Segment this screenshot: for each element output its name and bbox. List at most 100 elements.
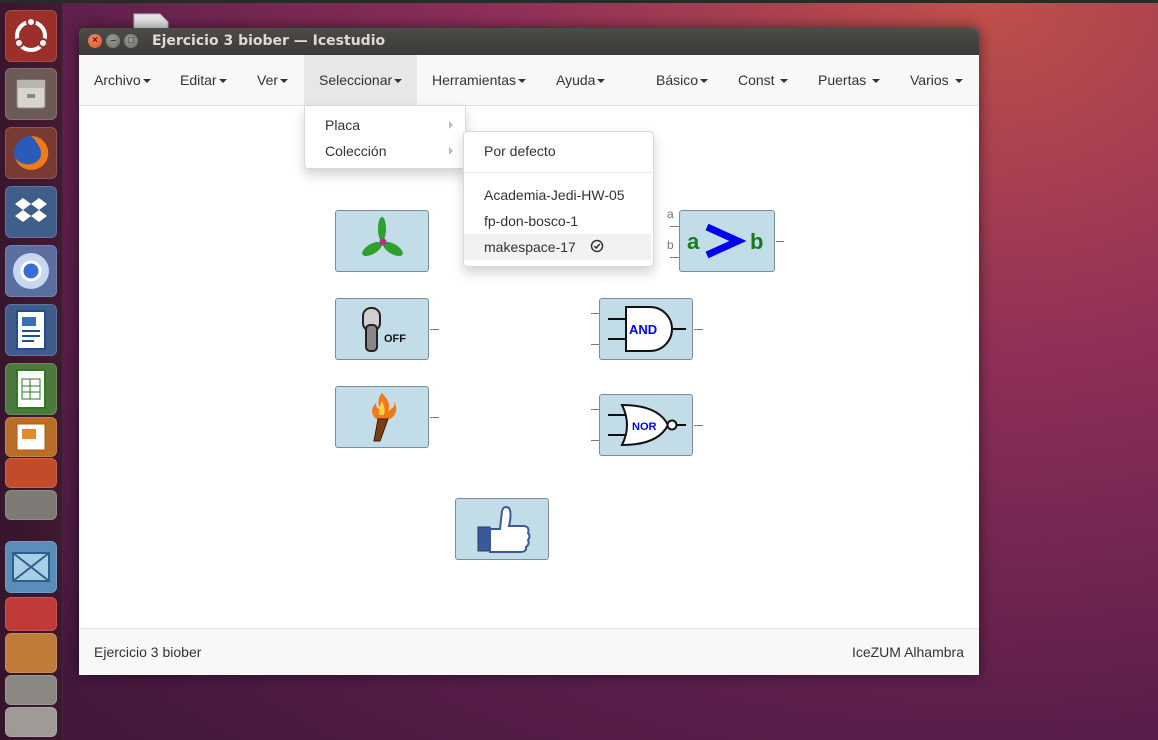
stacked-apps-icon-2[interactable] — [5, 490, 57, 520]
submenu-arrow-icon — [449, 147, 453, 155]
menu-editar[interactable]: Editar — [165, 55, 242, 105]
unity-launcher — [0, 3, 63, 740]
top-panel — [0, 0, 1158, 3]
menu-ayuda[interactable]: Ayuda — [541, 55, 620, 105]
caret-down-icon — [280, 79, 289, 84]
nor-gate-icon: NOR — [608, 403, 686, 447]
and-gate-block[interactable]: AND — [599, 298, 703, 360]
nor-input-port-1[interactable] — [591, 409, 599, 410]
menu-seleccionar[interactable]: Seleccionar — [304, 55, 417, 105]
menu-item-placa-label: Placa — [325, 117, 361, 133]
nor-gate-label: NOR — [632, 421, 657, 433]
menu-const[interactable]: Const — [723, 55, 803, 105]
caret-down-icon — [954, 79, 963, 84]
and-gate-label: AND — [629, 322, 657, 337]
window-title: Ejercicio 3 biober — Icestudio — [152, 33, 386, 49]
menu-varios-label: Varios — [910, 72, 949, 88]
menu-herramientas[interactable]: Herramientas — [417, 55, 541, 105]
comparator-right-operand: b — [750, 229, 763, 254]
caret-down-icon — [394, 79, 403, 84]
menu-item-coleccion[interactable]: Colección — [305, 138, 463, 164]
comparator-block[interactable]: a b — [679, 210, 784, 272]
check-circle-icon — [590, 235, 604, 261]
menu-item-placa[interactable]: Placa — [305, 112, 463, 138]
menu-basico-label: Básico — [656, 72, 699, 88]
menu-puertas-label: Puertas — [818, 72, 867, 88]
toggle-switch-off-icon: OFF — [362, 307, 406, 352]
caret-down-icon — [597, 79, 606, 84]
menu-archivo[interactable]: Archivo — [79, 55, 166, 105]
collection-item-makespace-label: makespace-17 — [484, 239, 576, 255]
comparator-output-port[interactable] — [776, 241, 784, 242]
comparator-input-b-port[interactable] — [670, 257, 679, 258]
switch-block[interactable]: OFF — [335, 298, 439, 360]
comparator-left-operand: a — [687, 229, 700, 254]
firefox-icon[interactable] — [5, 127, 57, 179]
stacked-apps-icon[interactable] — [5, 458, 57, 488]
menu-varios[interactable]: Varios — [895, 55, 978, 105]
menu-divider — [464, 172, 651, 173]
comparator-input-a-port[interactable] — [670, 226, 679, 227]
collection-item-default[interactable]: Por defecto — [464, 138, 651, 164]
caret-down-icon — [518, 79, 527, 84]
output-port[interactable] — [430, 329, 439, 330]
switch-state-label: OFF — [384, 333, 406, 345]
thumbs-up-icon — [477, 506, 531, 553]
comparator-port-b-label: b — [667, 238, 674, 252]
stacked-apps-icon-3[interactable] — [5, 597, 57, 631]
project-name: Ejercicio 3 biober — [94, 644, 202, 660]
calc-icon[interactable] — [5, 363, 57, 415]
and-gate-icon: AND — [608, 306, 686, 352]
caret-down-icon — [780, 79, 789, 84]
collection-item-fp-don-bosco[interactable]: fp-don-bosco-1 — [464, 208, 651, 234]
writer-icon[interactable] — [5, 304, 57, 356]
caret-down-icon — [872, 79, 881, 84]
dropbox-icon[interactable] — [5, 186, 57, 238]
menu-editar-label: Editar — [180, 72, 217, 88]
menubar: Archivo Editar Ver Seleccionar Herramien… — [79, 55, 979, 106]
menu-herramientas-label: Herramientas — [432, 72, 517, 88]
thumbs-up-block[interactable] — [455, 498, 549, 560]
nor-gate-block[interactable]: NOR — [599, 394, 703, 456]
caret-down-icon — [142, 79, 151, 84]
window-maximize-button[interactable]: □ — [124, 34, 138, 48]
window-titlebar[interactable]: × – □ Ejercicio 3 biober — Icestudio — [79, 28, 979, 55]
window-close-button[interactable]: × — [88, 34, 102, 48]
nor-output-port[interactable] — [694, 425, 703, 426]
input-port[interactable] — [430, 417, 439, 418]
impress-icon[interactable] — [5, 417, 57, 457]
stacked-apps-icon-6[interactable] — [5, 707, 57, 737]
stacked-apps-icon-4[interactable] — [5, 633, 57, 673]
menu-ayuda-label: Ayuda — [556, 72, 596, 88]
torch-icon — [372, 393, 397, 442]
board-name[interactable]: IceZUM Alhambra — [852, 644, 964, 660]
menu-item-coleccion-label: Colección — [325, 143, 387, 159]
menu-const-label: Const — [738, 72, 775, 88]
and-input-port-1[interactable] — [591, 313, 599, 314]
torch-block[interactable] — [335, 386, 439, 448]
icestudio-window: × – □ Ejercicio 3 biober — Icestudio Arc… — [79, 28, 979, 675]
coleccion-submenu: Por defecto Academia-Jedi-HW-05 fp-don-b… — [463, 131, 654, 267]
files-icon[interactable] — [5, 68, 57, 120]
comparator-port-a-label: a — [667, 207, 674, 221]
caret-down-icon — [700, 79, 709, 84]
ubuntu-logo-icon[interactable] — [5, 10, 57, 62]
and-output-port[interactable] — [694, 329, 703, 330]
submenu-arrow-icon — [449, 121, 453, 129]
collection-item-makespace[interactable]: makespace-17 — [464, 234, 651, 260]
and-input-port-2[interactable] — [591, 344, 599, 345]
menu-ver[interactable]: Ver — [242, 55, 303, 105]
window-minimize-button[interactable]: – — [106, 34, 120, 48]
statusbar: Ejercicio 3 biober IceZUM Alhambra — [79, 628, 979, 675]
menu-puertas[interactable]: Puertas — [803, 55, 895, 105]
icestudio-icon[interactable] — [5, 541, 57, 593]
menu-basico[interactable]: Básico — [641, 55, 723, 105]
nor-input-port-2[interactable] — [591, 440, 599, 441]
fan-icon — [362, 217, 403, 256]
menu-archivo-label: Archivo — [94, 72, 141, 88]
chromium-icon[interactable] — [5, 245, 57, 297]
menu-seleccionar-label: Seleccionar — [319, 72, 393, 88]
collection-item-academia-jedi[interactable]: Academia-Jedi-HW-05 — [464, 182, 651, 208]
stacked-apps-icon-5[interactable] — [5, 675, 57, 705]
fan-block[interactable] — [335, 210, 429, 272]
